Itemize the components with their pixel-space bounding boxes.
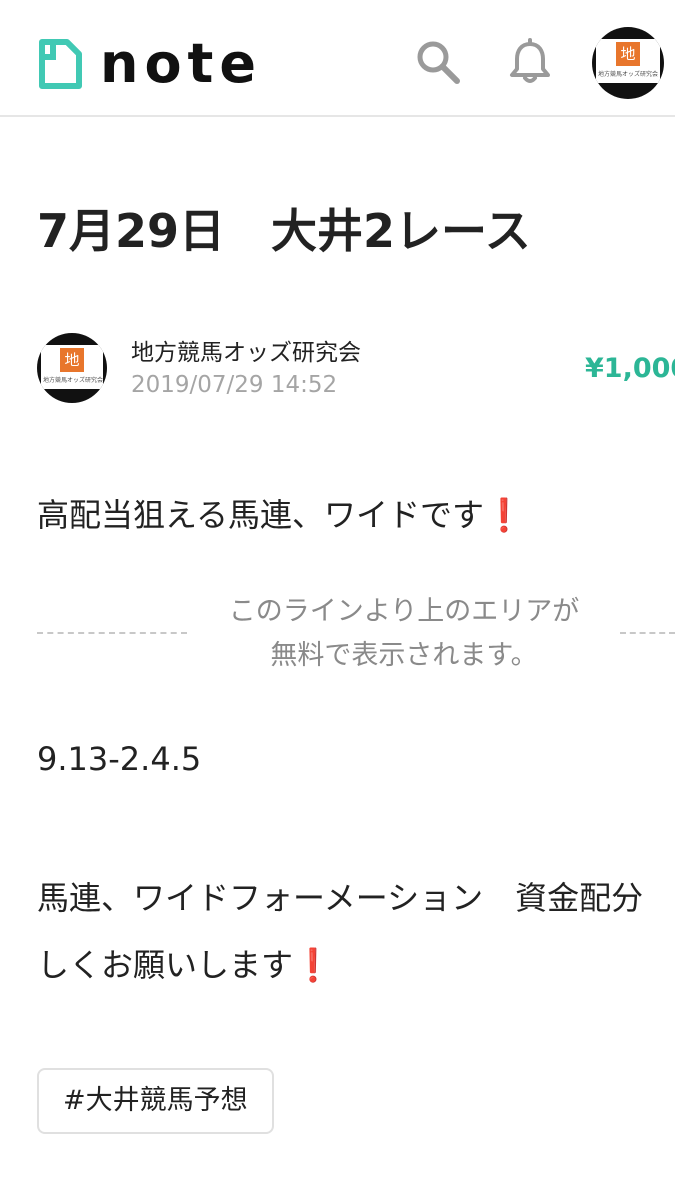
paywall-divider-right — [620, 632, 675, 634]
exclamation-icon: ❗ — [293, 946, 333, 984]
paywall-notice-line1: このラインより上のエリアが — [228, 596, 580, 627]
body-line-2-text: しくお願いします — [37, 946, 294, 984]
search-button[interactable] — [414, 38, 462, 86]
exclamation-icon: ❗ — [484, 496, 524, 534]
intro-paragraph: 高配当狙える馬連、ワイドです❗ — [37, 490, 524, 536]
author-avatar-image: 地 地方競馬オッズ研究会 — [41, 345, 103, 389]
body-line-1: 馬連、ワイドフォーメーション 資金配分 — [37, 879, 644, 917]
paywall-divider-left — [37, 632, 187, 634]
top-bar: note 地 地方競馬オッズ研究会 — [0, 0, 675, 117]
author-avatar-char: 地 — [60, 348, 84, 372]
author-avatar-caption: 地方競馬オッズ研究会 — [42, 377, 103, 384]
avatar-logo-char: 地 — [616, 42, 640, 66]
avatar-logo-caption: 地方競馬オッズ研究会 — [597, 71, 658, 78]
notifications-button[interactable] — [506, 38, 554, 86]
avatar-image: 地 地方競馬オッズ研究会 — [596, 39, 660, 83]
hashtag-chip[interactable]: #大井競馬予想 — [37, 1068, 274, 1134]
intro-text: 高配当狙える馬連、ワイドです — [37, 496, 485, 534]
user-avatar[interactable]: 地 地方競馬オッズ研究会 — [592, 27, 664, 99]
note-logo-icon — [39, 39, 82, 89]
paywall-notice-line2: 無料で表示されます。 — [270, 640, 538, 671]
numbers-paragraph: 9.13-2.4.5 — [37, 740, 202, 778]
article-price: ¥1,000 — [585, 353, 675, 384]
body-line-2: しくお願いします❗ — [37, 940, 333, 986]
author-name[interactable]: 地方競馬オッズ研究会 — [131, 333, 361, 367]
logo-text: note — [100, 32, 262, 95]
article-title: 7月29日 大井2レース — [37, 204, 531, 258]
post-date: 2019/07/29 14:52 — [131, 372, 338, 398]
note-logo[interactable]: note — [36, 36, 262, 92]
paywall-notice: このラインより上のエリアが 無料で表示されます。 — [196, 590, 612, 678]
author-avatar[interactable]: 地 地方競馬オッズ研究会 — [37, 333, 107, 403]
search-icon — [417, 41, 460, 84]
bell-icon — [510, 38, 550, 83]
